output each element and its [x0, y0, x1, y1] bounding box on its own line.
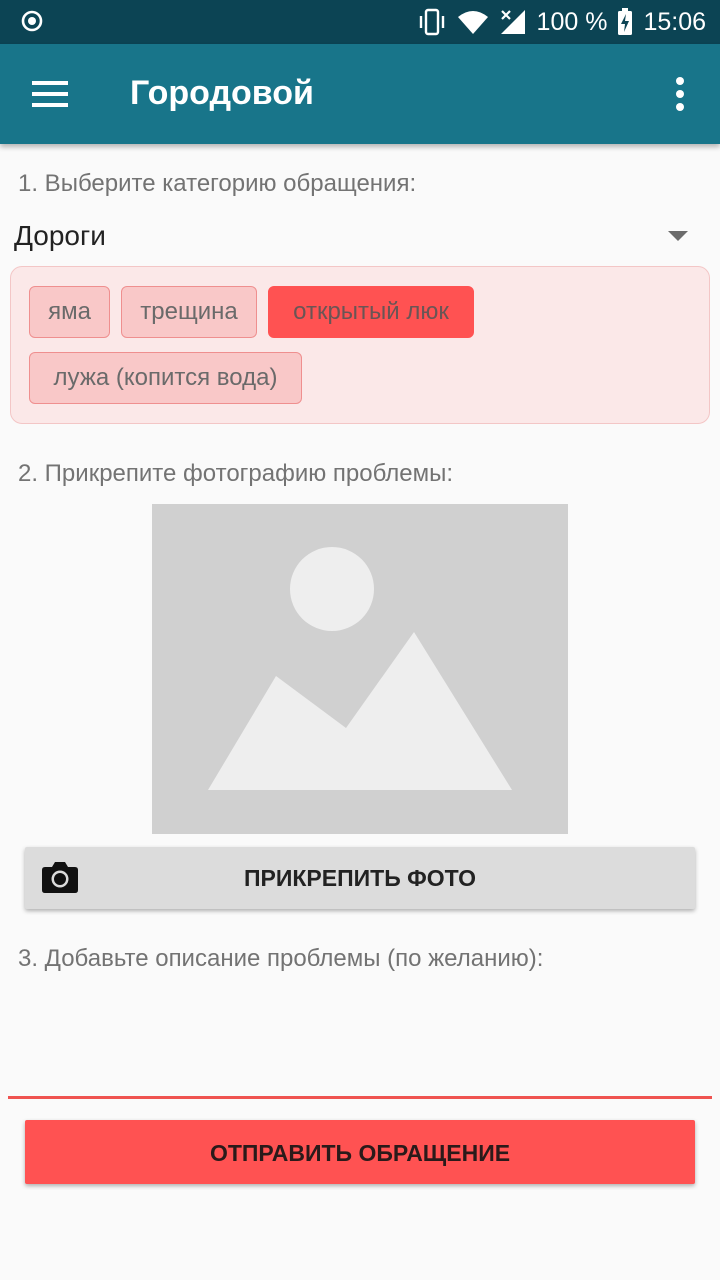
description-input[interactable]	[8, 1000, 712, 1099]
cellular-signal-icon	[500, 10, 525, 34]
description-label: 3. Добавьте описание проблемы (по желани…	[18, 945, 544, 972]
submit-button[interactable]: ОТПРАВИТЬ ОБРАЩЕНИЕ	[25, 1120, 695, 1184]
record-icon	[21, 10, 43, 32]
menu-icon[interactable]	[32, 80, 68, 108]
tag-open-manhole[interactable]: открытый люк	[268, 286, 474, 338]
tag-pothole[interactable]: яма	[29, 286, 110, 338]
battery-charging-icon	[618, 8, 633, 35]
app-title: Городовой	[130, 74, 314, 112]
attach-photo-button[interactable]: ПРИКРЕПИТЬ ФОТО	[25, 847, 695, 909]
battery-percent: 100 %	[536, 7, 608, 36]
tag-puddle[interactable]: лужа (копится вода)	[29, 352, 302, 404]
category-label: 1. Выберите категорию обращения:	[18, 170, 417, 197]
dropdown-arrow-icon	[668, 231, 688, 241]
subcategory-tags: яма трещина открытый люк лужа (копится в…	[10, 266, 710, 424]
submit-label: ОТПРАВИТЬ ОБРАЩЕНИЕ	[209, 1140, 511, 1166]
category-value: Дороги	[14, 220, 106, 251]
status-bar: 100 % 15:06	[0, 0, 720, 44]
tag-crack[interactable]: трещина	[121, 286, 257, 338]
clock: 15:06	[643, 7, 706, 36]
vibrate-icon	[419, 8, 444, 36]
more-options-icon[interactable]	[666, 74, 694, 114]
category-dropdown[interactable]: Дороги	[14, 216, 714, 260]
attach-photo-label: ПРИКРЕПИТЬ ФОТО	[243, 865, 477, 891]
wifi-icon	[457, 11, 488, 34]
photo-label: 2. Прикрепите фотографию проблемы:	[18, 460, 454, 487]
app-bar: Городовой	[0, 44, 720, 144]
image-placeholder-icon	[208, 547, 512, 790]
photo-placeholder	[152, 504, 568, 834]
